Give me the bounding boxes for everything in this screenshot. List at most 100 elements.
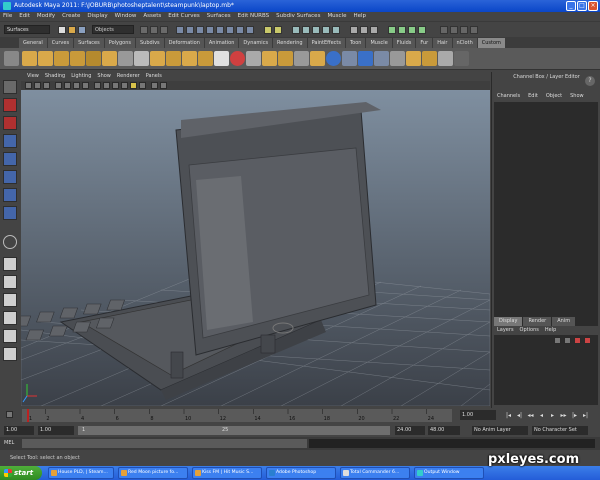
- shelf-tool-icon[interactable]: [294, 51, 309, 66]
- shelf-tab-rendering[interactable]: Rendering: [273, 38, 307, 48]
- smooth-shade-icon[interactable]: [103, 82, 110, 89]
- perspective-viewport[interactable]: [21, 90, 490, 406]
- shelf-tool-icon[interactable]: [38, 51, 53, 66]
- scale-tool-icon[interactable]: [3, 170, 17, 184]
- input-ops-icon[interactable]: [350, 26, 358, 34]
- menu-assets[interactable]: Assets: [143, 12, 161, 21]
- hierarchy-mode-icon[interactable]: [140, 26, 148, 34]
- shelf-tool-icon[interactable]: [374, 51, 389, 66]
- object-mode-icon[interactable]: [150, 26, 158, 34]
- shelf-tool-icon[interactable]: [262, 51, 277, 66]
- current-time-marker[interactable]: [27, 409, 29, 422]
- viewport-menu-renderer[interactable]: Renderer: [117, 72, 140, 81]
- playback-end-field[interactable]: 24.00: [395, 426, 425, 435]
- camera-icon[interactable]: [25, 82, 32, 89]
- shelf-tool-icon[interactable]: [278, 51, 293, 66]
- bookmark-icon[interactable]: [43, 82, 50, 89]
- shelf-tool-icon[interactable]: [422, 51, 437, 66]
- show-manipulator-icon[interactable]: [3, 235, 17, 249]
- universal-manipulator-icon[interactable]: [3, 188, 17, 202]
- shelf-tab-muscle[interactable]: Muscle: [366, 38, 392, 48]
- menu-subdiv-surfaces[interactable]: Subdiv Surfaces: [276, 12, 320, 21]
- minimize-button[interactable]: _: [566, 1, 576, 11]
- menu-muscle[interactable]: Muscle: [327, 12, 346, 21]
- move-layer-down-icon[interactable]: [564, 337, 571, 344]
- lasso-tool-icon[interactable]: [3, 98, 17, 112]
- shelf-tab-hair[interactable]: Hair: [433, 38, 452, 48]
- shelf-menu-icon[interactable]: [4, 51, 19, 66]
- anim-layer-dropdown[interactable]: No Anim Layer: [472, 426, 528, 435]
- shelf-tool-icon[interactable]: [406, 51, 421, 66]
- shelf-tool-icon[interactable]: [438, 51, 453, 66]
- shelf-tab-fur[interactable]: Fur: [416, 38, 433, 48]
- menu-window[interactable]: Window: [115, 12, 137, 21]
- viewport-menu-panels[interactable]: Panels: [146, 72, 162, 81]
- shelf-tool-icon[interactable]: [230, 51, 245, 66]
- menu-display[interactable]: Display: [87, 12, 107, 21]
- snap-view-plane-icon[interactable]: [322, 26, 330, 34]
- step-back-icon[interactable]: ◂|: [516, 412, 523, 419]
- soft-mod-tool-icon[interactable]: [3, 206, 17, 220]
- camera-attributes-icon[interactable]: [34, 82, 41, 89]
- select-deformations-icon[interactable]: [216, 26, 224, 34]
- select-rendering-icon[interactable]: [236, 26, 244, 34]
- layer-tab-display[interactable]: Display: [494, 317, 523, 326]
- select-misc-icon[interactable]: [246, 26, 254, 34]
- shelf-tool-icon[interactable]: [326, 51, 341, 66]
- channel-menu-channels[interactable]: Channels: [497, 92, 520, 101]
- component-mode-icon[interactable]: [160, 26, 168, 34]
- select-curves-icon[interactable]: [196, 26, 204, 34]
- film-gate-icon[interactable]: [73, 82, 80, 89]
- layout-outliner-icon[interactable]: [3, 311, 17, 325]
- new-scene-icon[interactable]: [58, 26, 66, 34]
- shelf-tool-icon[interactable]: [54, 51, 69, 66]
- shelf-tool-icon[interactable]: [342, 51, 357, 66]
- layer-menu-layers[interactable]: Layers: [497, 326, 514, 335]
- menu-edit-curves[interactable]: Edit Curves: [168, 12, 200, 21]
- taskbar-item[interactable]: Output Window: [414, 467, 484, 479]
- shelf-tab-custom[interactable]: Custom: [477, 38, 505, 48]
- viewport-menu-show[interactable]: Show: [97, 72, 111, 81]
- range-slider-bar[interactable]: 1 25: [78, 426, 390, 435]
- image-plane-icon[interactable]: [55, 82, 62, 89]
- channel-box-area[interactable]: [494, 102, 598, 382]
- taskbar-item[interactable]: Total Commander 6...: [340, 467, 410, 479]
- current-frame-field[interactable]: 1.00: [460, 410, 496, 420]
- laptop-model[interactable]: [21, 102, 381, 400]
- step-forward-icon[interactable]: |▸: [571, 412, 578, 419]
- render-settings-icon[interactable]: [418, 26, 426, 34]
- channel-menu-edit[interactable]: Edit: [528, 92, 538, 101]
- layer-tab-render[interactable]: Render: [523, 317, 552, 326]
- resolution-gate-icon[interactable]: [82, 82, 89, 89]
- render-frame-icon[interactable]: [398, 26, 406, 34]
- menu-help[interactable]: Help: [353, 12, 366, 21]
- shelf-tool-icon[interactable]: [198, 51, 213, 66]
- time-slider-track[interactable]: 1 2 4 6 8 10 12 14 16 18 20 22 24: [22, 409, 452, 422]
- snap-curve-icon[interactable]: [302, 26, 310, 34]
- make-live-icon[interactable]: [332, 26, 340, 34]
- layout-four-pane-icon[interactable]: [3, 275, 17, 289]
- shelf-tool-icon[interactable]: [22, 51, 37, 66]
- lock-selection-icon[interactable]: [264, 26, 272, 34]
- textured-icon[interactable]: [121, 82, 128, 89]
- open-scene-icon[interactable]: [68, 26, 76, 34]
- snap-point-icon[interactable]: [312, 26, 320, 34]
- shelf-tool-icon[interactable]: [454, 51, 469, 66]
- shelf-tab-polygons[interactable]: Polygons: [104, 38, 135, 48]
- command-input[interactable]: [22, 439, 307, 448]
- new-layer-icon[interactable]: [574, 337, 581, 344]
- snap-grid-icon[interactable]: [292, 26, 300, 34]
- shelf-tab-fluids[interactable]: Fluids: [392, 38, 416, 48]
- shelf-tool-icon[interactable]: [358, 51, 373, 66]
- layout-hypershade-icon[interactable]: [3, 347, 17, 361]
- render-view-icon[interactable]: [388, 26, 396, 34]
- grid-toggle-icon[interactable]: [64, 82, 71, 89]
- select-surfaces-icon[interactable]: [206, 26, 214, 34]
- taskbar-item[interactable]: Adobe Photoshop: [266, 467, 336, 479]
- shelf-tab-surfaces[interactable]: Surfaces: [74, 38, 104, 48]
- shelf-tool-icon[interactable]: [214, 51, 229, 66]
- step-forward-key-icon[interactable]: ▸▸: [560, 412, 567, 419]
- viewport-menu-lighting[interactable]: Lighting: [71, 72, 91, 81]
- menu-edit-nurbs[interactable]: Edit NURBS: [238, 12, 270, 21]
- isolate-select-icon[interactable]: [160, 82, 167, 89]
